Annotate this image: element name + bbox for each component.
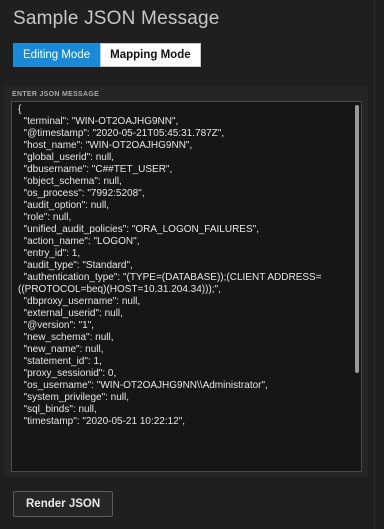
mapping-mode-tab[interactable]: Mapping Mode — [100, 43, 201, 67]
panel-title: Sample JSON Message — [13, 8, 220, 29]
json-line: "os_username": "WIN-OT2OAJHG9NN\\Adminis… — [18, 380, 268, 391]
json-line: "external_userid": null, — [18, 308, 123, 319]
json-line: "global_userid": null, — [18, 152, 115, 163]
json-line: "dbusername": "C##TET_USER", — [18, 164, 173, 175]
json-line: "@version": "1", — [18, 320, 95, 331]
json-line: "authentication_type": "(TYPE=(DATABASE)… — [18, 272, 322, 283]
json-line: "entry_id": 1, — [18, 248, 81, 259]
json-line: "dbproxy_username": null, — [18, 296, 141, 307]
json-input-section: ENTER JSON MESSAGE { "terminal": "WIN-OT… — [4, 86, 368, 477]
json-line: "object_schema": null, — [18, 176, 122, 187]
json-line: "new_name": null, — [18, 344, 104, 355]
json-line: "os_process": "7992:5208", — [18, 188, 145, 199]
render-json-button[interactable]: Render JSON — [13, 491, 114, 517]
json-line: { — [18, 104, 22, 115]
json-line: "terminal": "WIN-OT2OAJHG9NN", — [18, 116, 179, 127]
json-input-label: ENTER JSON MESSAGE — [12, 91, 100, 98]
textarea-scrollbar[interactable] — [355, 105, 359, 373]
json-line: ((PROTOCOL=beq)(HOST=10.31.204.34)));", — [18, 284, 221, 295]
json-line: "new_schema": null, — [18, 332, 114, 343]
json-line: "role": null, — [18, 212, 72, 223]
sample-json-panel: Sample JSON Message Editing Mode Mapping… — [0, 0, 375, 529]
json-line: "proxy_sessionid": 0, — [18, 368, 117, 379]
json-line: "audit_option": null, — [18, 200, 110, 211]
json-line: "statement_id": 1, — [18, 356, 102, 367]
json-message-textarea[interactable]: { "terminal": "WIN-OT2OAJHG9NN", "@times… — [11, 101, 362, 472]
json-line: "host_name": "WIN-OT2OAJHG9NN", — [18, 140, 193, 151]
json-line: "system_privilege": null, — [18, 392, 130, 403]
json-line: "unified_audit_policies": "ORA_LOGON_FAI… — [18, 224, 259, 235]
json-line: "sql_binds": null, — [18, 404, 97, 415]
editing-mode-tab[interactable]: Editing Mode — [13, 43, 101, 67]
json-line: "action_name": "LOGON", — [18, 236, 140, 247]
json-line: "@timestamp": "2020-05-21T05:45:31.787Z"… — [18, 128, 225, 139]
mode-toggle: Editing Mode Mapping Mode — [13, 43, 201, 67]
json-content: { "terminal": "WIN-OT2OAJHG9NN", "@times… — [18, 104, 348, 428]
json-line: "timestamp": "2020-05-21 10:22:12", — [18, 416, 186, 427]
json-line: "audit_type": "Standard", — [18, 260, 133, 271]
